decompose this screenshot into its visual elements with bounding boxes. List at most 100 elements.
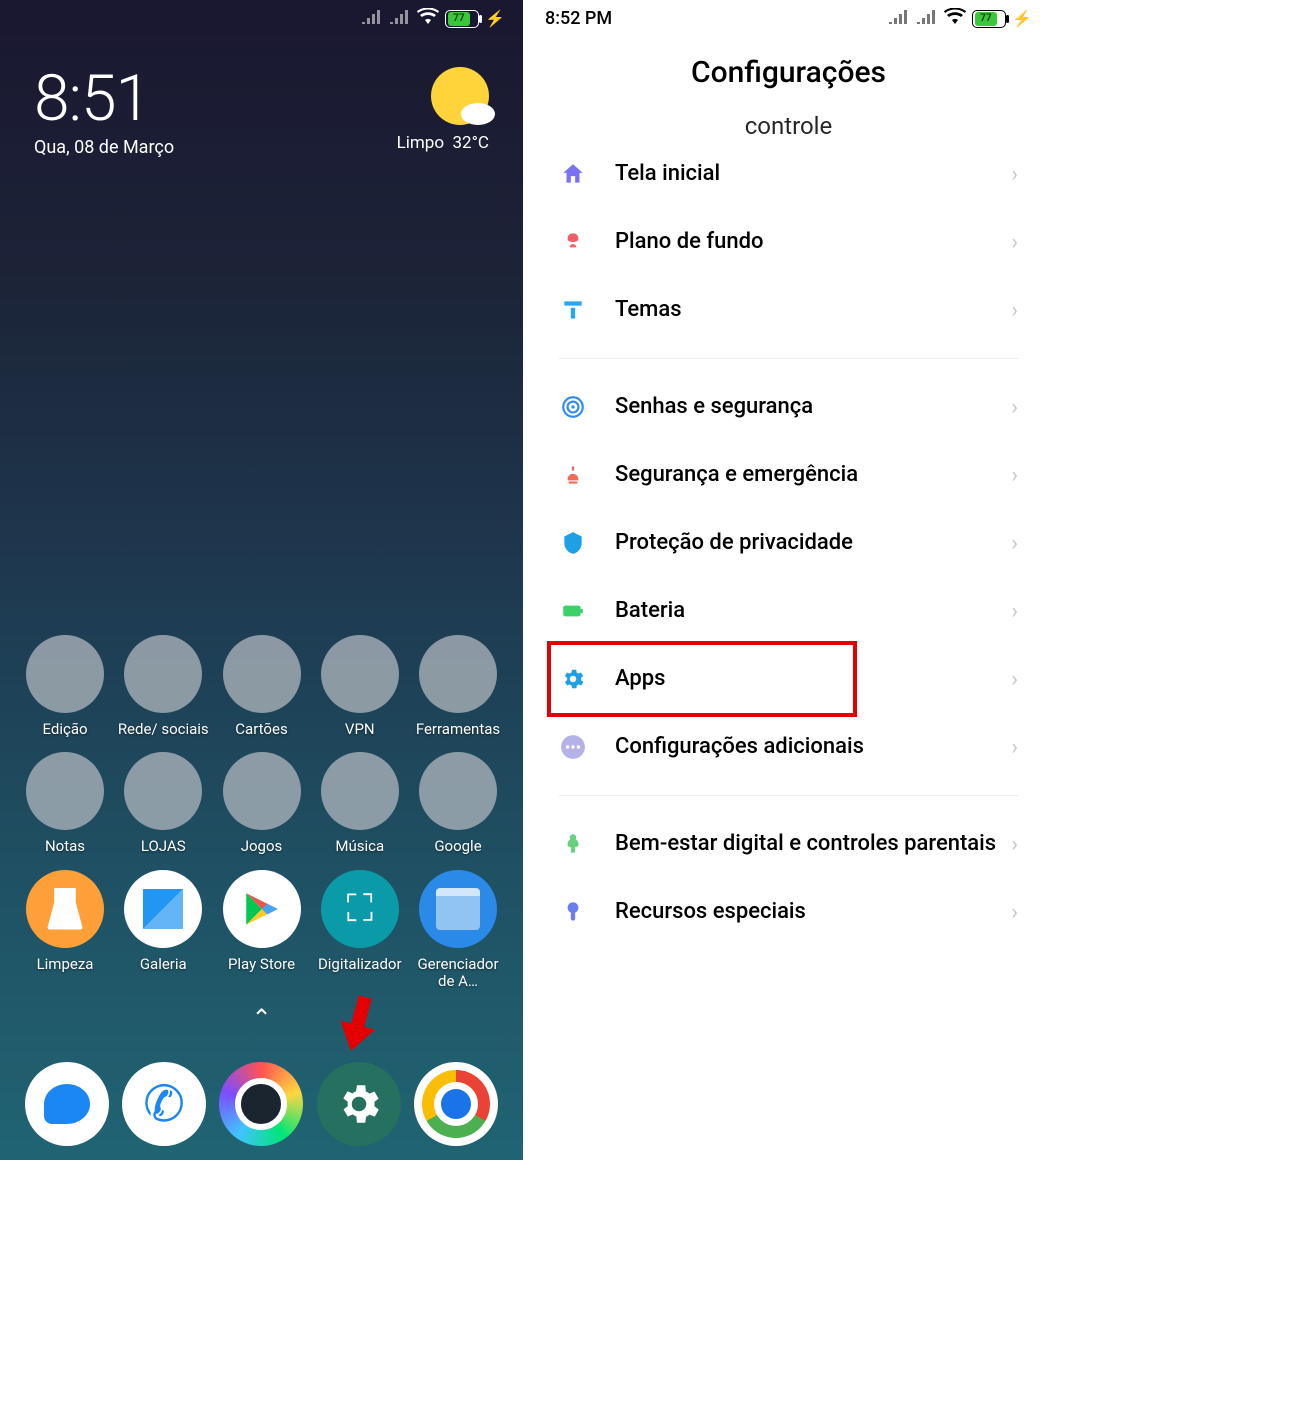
app-label: Limpeza — [18, 956, 112, 973]
settings-row-label: Proteção de privacidade — [615, 529, 1011, 557]
clock-date: Qua, 08 de Março — [34, 137, 174, 158]
folder-label: Notas — [18, 838, 112, 855]
app-label: Digitalizador — [313, 956, 407, 973]
settings-row-label: Senhas e segurança — [615, 393, 1011, 421]
folder-ferramentas[interactable]: Ferramentas — [411, 635, 505, 738]
folder-label: Rede/ sociais — [116, 721, 210, 738]
folder-label: Ferramentas — [411, 721, 505, 738]
settings-row-seguran-a-e-emerg-ncia[interactable]: Segurança e emergência› — [551, 441, 1026, 509]
chevron-right-icon: › — [1011, 832, 1018, 857]
settings-row-plano-de-fundo[interactable]: Plano de fundo› — [551, 208, 1026, 276]
settings-row-recursos-especiais[interactable]: Recursos especiais› — [551, 878, 1026, 946]
wifi-icon — [417, 8, 439, 29]
chevron-right-icon: › — [1011, 162, 1018, 187]
wifi-icon — [944, 8, 966, 29]
charging-icon: ⚡ — [485, 9, 505, 28]
chevron-right-icon: › — [1011, 735, 1018, 760]
privacy-icon — [559, 529, 587, 557]
app-limpeza[interactable]: Limpeza — [18, 870, 112, 991]
chevron-right-icon: › — [1011, 463, 1018, 488]
home-icon — [559, 160, 587, 188]
settings-row-configura-es-adicionais[interactable]: Configurações adicionais› — [551, 713, 1026, 781]
app-playstore[interactable]: Play Store — [215, 870, 309, 991]
app-digitalizador[interactable]: Digitalizador — [313, 870, 407, 991]
folder-m-sica[interactable]: Música — [313, 752, 407, 855]
folder-label: Música — [313, 838, 407, 855]
settings-row-senhas-e-seguran-a[interactable]: Senhas e segurança› — [551, 373, 1026, 441]
signal-icon — [888, 8, 910, 29]
dock — [0, 1062, 523, 1146]
fingerprint-icon — [559, 393, 587, 421]
page-title: Configurações — [527, 33, 1050, 118]
folder-vpn[interactable]: VPN — [313, 635, 407, 738]
app-galeria[interactable]: Galeria — [116, 870, 210, 991]
wellbeing-icon — [559, 830, 587, 858]
dock-phone[interactable] — [122, 1062, 206, 1146]
status-bar-left: 77 ⚡ — [0, 0, 523, 33]
folder-edi-o[interactable]: Edição — [18, 635, 112, 738]
settings-row-label: Recursos especiais — [615, 898, 1011, 926]
special-icon — [559, 898, 587, 926]
status-time: 8:52 PM — [545, 8, 612, 29]
chevron-right-icon: › — [1011, 395, 1018, 420]
dock-chrome[interactable] — [414, 1062, 498, 1146]
themes-icon — [559, 296, 587, 324]
divider — [559, 795, 1018, 796]
more-icon — [559, 733, 587, 761]
page-indicator-up-icon[interactable]: ⌃ — [18, 1004, 505, 1032]
dock-messages[interactable] — [25, 1062, 109, 1146]
dock-settings[interactable] — [317, 1062, 401, 1146]
folder-label: Cartões — [215, 721, 309, 738]
app-label: Gerenciador de A… — [411, 956, 505, 991]
emergency-icon — [559, 461, 587, 489]
clock-widget[interactable]: 8:51 Qua, 08 de Março — [34, 67, 174, 158]
signal-icon — [361, 8, 383, 29]
chevron-right-icon: › — [1011, 900, 1018, 925]
chevron-right-icon: › — [1011, 230, 1018, 255]
apps-icon — [559, 665, 587, 693]
folder-label: LOJAS — [116, 838, 210, 855]
battery-icon — [559, 597, 587, 625]
folder-label: Edição — [18, 721, 112, 738]
folder-lojas[interactable]: LOJAS — [116, 752, 210, 855]
settings-row-bem-estar-digital-e-controles-parentais[interactable]: Bem-estar digital e controles parentais› — [551, 810, 1026, 878]
chevron-right-icon: › — [1011, 599, 1018, 624]
weather-widget[interactable]: Limpo 32°C — [397, 67, 489, 153]
divider — [559, 358, 1018, 359]
app-gerenciador[interactable]: Gerenciador de A… — [411, 870, 505, 991]
signal-icon — [389, 8, 411, 29]
home-screen: 77 ⚡ 8:51 Qua, 08 de Março Limpo 32°C Ed… — [0, 0, 523, 1160]
previous-row-cutoff: controle — [527, 112, 1050, 140]
wallpaper-icon — [559, 228, 587, 256]
clock-time: 8:51 — [34, 67, 174, 131]
weather-sun-icon — [431, 67, 489, 125]
dock-camera[interactable] — [219, 1062, 303, 1146]
folder-notas[interactable]: Notas — [18, 752, 112, 855]
folder-google[interactable]: Google — [411, 752, 505, 855]
folder-jogos[interactable]: Jogos — [215, 752, 309, 855]
chevron-right-icon: › — [1011, 531, 1018, 556]
settings-row-label: Segurança e emergência — [615, 461, 1011, 489]
chevron-right-icon: › — [1011, 298, 1018, 323]
app-label: Play Store — [215, 956, 309, 973]
battery-icon: 77 — [972, 10, 1006, 28]
folder-rede-sociais[interactable]: Rede/ sociais — [116, 635, 210, 738]
settings-row-label: Temas — [615, 296, 1011, 324]
settings-row-temas[interactable]: Temas› — [551, 276, 1026, 344]
battery-icon: 77 — [445, 10, 479, 28]
settings-row-label: Tela inicial — [615, 160, 1011, 188]
settings-row-apps[interactable]: Apps› — [551, 645, 1026, 713]
settings-row-prote-o-de-privacidade[interactable]: Proteção de privacidade› — [551, 509, 1026, 577]
settings-row-tela-inicial[interactable]: Tela inicial› — [551, 140, 1026, 208]
folder-label: Jogos — [215, 838, 309, 855]
settings-screen: 8:52 PM 77 ⚡ Configurações controle Tela… — [527, 0, 1050, 1160]
settings-row-label: Configurações adicionais — [615, 733, 1011, 761]
folder-cart-es[interactable]: Cartões — [215, 635, 309, 738]
settings-row-bateria[interactable]: Bateria› — [551, 577, 1026, 645]
app-label: Galeria — [116, 956, 210, 973]
settings-row-label: Bateria — [615, 597, 1011, 625]
chevron-right-icon: › — [1011, 667, 1018, 692]
settings-row-label: Bem-estar digital e controles parentais — [615, 830, 1011, 858]
folder-label: Google — [411, 838, 505, 855]
folder-label: VPN — [313, 721, 407, 738]
